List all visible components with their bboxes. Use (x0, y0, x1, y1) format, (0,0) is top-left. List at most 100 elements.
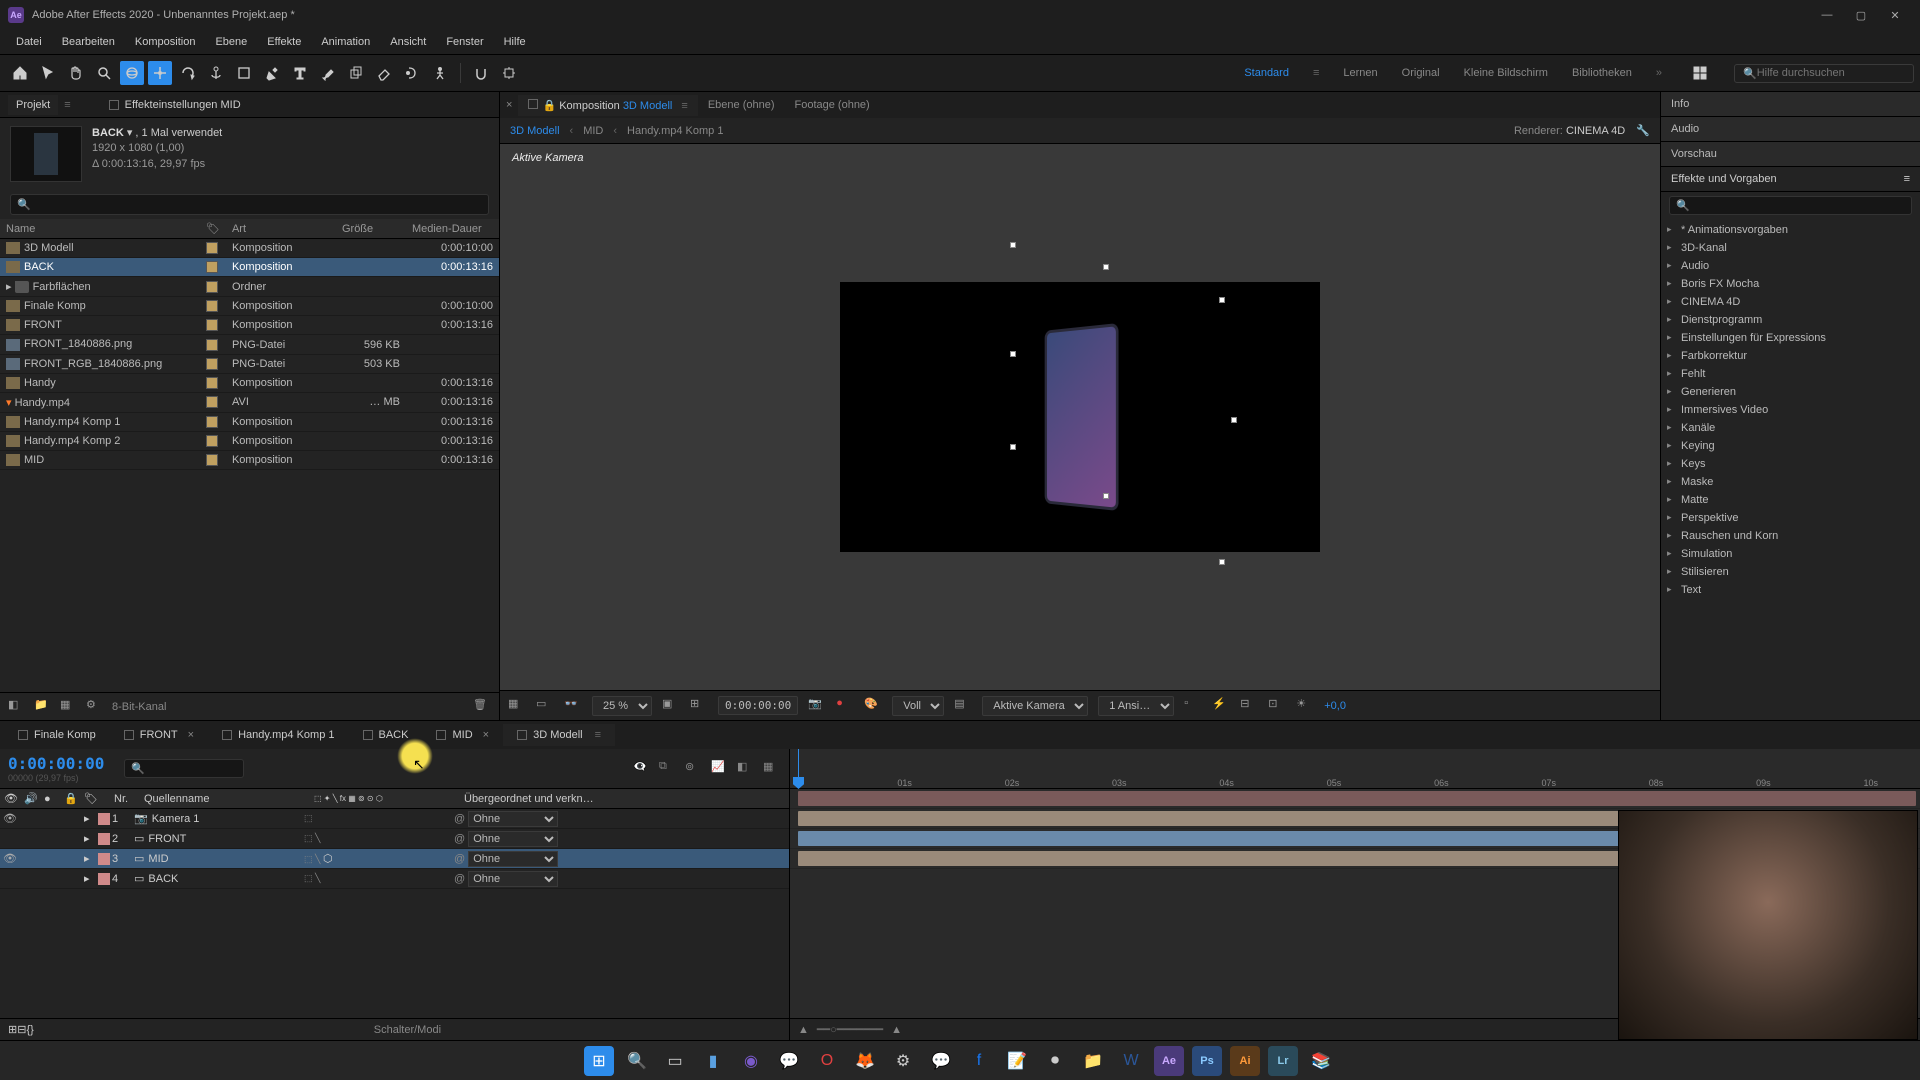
anchor-tool-icon[interactable] (204, 61, 228, 85)
menu-help[interactable]: Hilfe (494, 32, 536, 52)
effect-category[interactable]: Boris FX Mocha (1661, 275, 1920, 293)
effect-category[interactable]: Immersives Video (1661, 401, 1920, 419)
timeline-tab[interactable]: Finale Komp (4, 724, 110, 746)
project-search[interactable]: 🔍 (10, 194, 489, 215)
parent-select[interactable]: Ohne (468, 831, 558, 847)
project-row[interactable]: MIDKomposition0:00:13:16 (0, 450, 499, 469)
project-row[interactable]: HandyKomposition0:00:13:16 (0, 373, 499, 392)
project-search-input[interactable] (31, 199, 482, 211)
layer-row[interactable]: 👁 ▸ 3 ▭MID ⬚ ╲ ⬡ @ Ohne (0, 849, 789, 869)
render-icon[interactable]: ▦ (763, 760, 781, 778)
crumb-2[interactable]: Handy.mp4 Komp 1 (627, 125, 723, 137)
draft3d-icon[interactable]: ◧ (737, 760, 755, 778)
new-folder-icon[interactable]: 📁 (34, 698, 52, 716)
effect-category[interactable]: Einstellungen für Expressions (1661, 329, 1920, 347)
timeline-tab[interactable]: MID× (422, 724, 503, 746)
col-src[interactable]: Quellenname (140, 793, 310, 805)
zoom-select[interactable]: 25 % (592, 696, 652, 716)
timeline-tab[interactable]: BACK (349, 724, 423, 746)
toggle-switches-icon[interactable]: ⊞ (8, 1023, 17, 1036)
alpha-icon[interactable]: ▦ (508, 697, 526, 715)
region-icon[interactable]: ⊞ (690, 697, 708, 715)
pixel-aspect-icon[interactable]: ▫ (1184, 697, 1202, 715)
rotation-tool-icon[interactable] (176, 61, 200, 85)
col-nr[interactable]: Nr. (110, 793, 140, 805)
effect-category[interactable]: Keys (1661, 455, 1920, 473)
project-row[interactable]: FRONTKomposition0:00:13:16 (0, 316, 499, 335)
motion-blur-icon[interactable]: ⊚ (685, 760, 703, 778)
project-row[interactable]: FRONT_RGB_1840886.pngPNG-Datei503 KB (0, 354, 499, 373)
puppet-tool-icon[interactable] (428, 61, 452, 85)
visibility-toggle[interactable]: 👁 (0, 852, 20, 865)
effect-category[interactable]: Kanäle (1661, 419, 1920, 437)
pen-tool-icon[interactable] (260, 61, 284, 85)
audio-panel-header[interactable]: Audio (1661, 117, 1920, 142)
hand-tool-icon[interactable] (64, 61, 88, 85)
minimize-button[interactable]: — (1820, 8, 1834, 22)
taskbar-app-icon[interactable]: ⚙ (888, 1046, 918, 1076)
effect-controls-tab[interactable]: Effekteinstellungen MID (101, 95, 249, 115)
help-search-input[interactable] (1757, 67, 1905, 79)
comp-tab[interactable]: 🔒 Komposition 3D Modell ≡ (518, 95, 697, 116)
comp-tab-menu-icon[interactable]: ≡ (681, 100, 687, 112)
home-icon[interactable] (8, 61, 32, 85)
taskbar-search-icon[interactable]: 🔍 (622, 1046, 652, 1076)
project-row[interactable]: Finale KompKomposition0:00:10:00 (0, 297, 499, 316)
timeline-current-time[interactable]: 0:00:00:00 (8, 754, 104, 773)
menu-animation[interactable]: Animation (311, 32, 380, 52)
layer-row[interactable]: ▸ 2 ▭FRONT ⬚ ╲ @ Ohne (0, 829, 789, 849)
taskbar-folder-icon[interactable]: 📁 (1078, 1046, 1108, 1076)
clone-tool-icon[interactable] (344, 61, 368, 85)
menu-edit[interactable]: Bearbeiten (52, 32, 125, 52)
timeline-tab[interactable]: 3D Modell≡ (503, 724, 615, 746)
frame-blend-icon[interactable]: ⧉ (659, 760, 677, 778)
snap-icon[interactable] (469, 61, 493, 85)
eraser-tool-icon[interactable] (372, 61, 396, 85)
guides-icon[interactable]: ▭ (536, 697, 554, 715)
comp-viewport[interactable]: Aktive Kamera (500, 144, 1660, 690)
interpret-footage-icon[interactable]: ◧ (8, 698, 26, 716)
project-row[interactable]: 3D ModellKomposition0:00:10:00 (0, 239, 499, 258)
color-mgmt-icon[interactable]: 🎨 (864, 697, 882, 715)
crumb-1[interactable]: MID (583, 125, 603, 137)
3d-cube-icon[interactable]: ⬡ (323, 853, 333, 865)
effect-category[interactable]: Maske (1661, 473, 1920, 491)
exposure-value[interactable]: +0,0 (1324, 700, 1346, 712)
tab-close-icon[interactable]: × (188, 729, 194, 741)
project-menu-icon[interactable]: ≡ (64, 99, 70, 111)
help-search[interactable]: 🔍 (1734, 64, 1914, 83)
project-row[interactable]: ▸ FarbflächenOrdner (0, 277, 499, 297)
project-row[interactable]: Handy.mp4 Komp 2Komposition0:00:13:16 (0, 431, 499, 450)
exposure-reset-icon[interactable]: ☀ (1296, 697, 1314, 715)
views-layout-select[interactable]: 1 Ansi… (1098, 696, 1174, 716)
effect-category[interactable]: Stilisieren (1661, 563, 1920, 581)
zoom-out-icon[interactable]: ▲ (798, 1024, 809, 1036)
maximize-button[interactable]: ▢ (1854, 8, 1868, 22)
resolution-icon[interactable]: ▣ (662, 697, 680, 715)
resolution-select[interactable]: Voll (892, 696, 944, 716)
project-row[interactable]: Handy.mp4 Komp 1Komposition0:00:13:16 (0, 412, 499, 431)
taskbar-ai-icon[interactable]: Ai (1230, 1046, 1260, 1076)
orbit-camera-tool-icon[interactable] (120, 61, 144, 85)
effect-category[interactable]: Perspektive (1661, 509, 1920, 527)
parent-select[interactable]: Ohne (468, 811, 558, 827)
graph-editor-icon[interactable]: 📈 (711, 760, 729, 778)
effect-category[interactable]: Generieren (1661, 383, 1920, 401)
taskbar-notes-icon[interactable]: 📝 (1002, 1046, 1032, 1076)
menu-window[interactable]: Fenster (436, 32, 493, 52)
menu-file[interactable]: Datei (6, 32, 52, 52)
pickwhip-icon[interactable]: @ (454, 833, 465, 845)
flowchart-icon[interactable]: ⊡ (1268, 697, 1286, 715)
pickwhip-icon[interactable]: @ (454, 873, 465, 885)
taskbar-teams-icon[interactable]: ◉ (736, 1046, 766, 1076)
col-label-icon[interactable]: 🏷 (200, 219, 226, 239)
workspace-learn[interactable]: Lernen (1343, 67, 1377, 79)
effect-category[interactable]: Text (1661, 581, 1920, 599)
bit-depth-label[interactable]: 8-Bit-Kanal (112, 701, 166, 713)
project-row[interactable]: FRONT_1840886.pngPNG-Datei596 KB (0, 335, 499, 354)
zoom-tool-icon[interactable] (92, 61, 116, 85)
effect-category[interactable]: 3D-Kanal (1661, 239, 1920, 257)
taskbar-explorer-icon[interactable]: ▮ (698, 1046, 728, 1076)
project-tab[interactable]: Projekt (8, 95, 58, 115)
pickwhip-icon[interactable]: @ (454, 853, 465, 865)
